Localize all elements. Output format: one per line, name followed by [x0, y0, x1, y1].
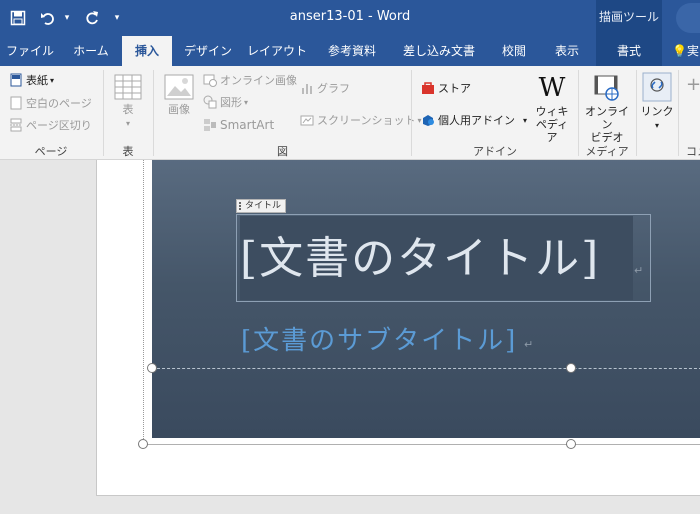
selection-guide-vertical [143, 160, 144, 445]
tab-layout[interactable]: レイアウト [244, 36, 310, 66]
table-button[interactable]: 表 ▾ [108, 74, 148, 130]
table-icon [114, 74, 142, 100]
links-button[interactable]: リンク ▾ [640, 72, 674, 132]
chevron-down-icon: ▾ [244, 97, 249, 107]
table-button-label: 表 [122, 103, 134, 116]
tab-references[interactable]: 参考資料 [318, 36, 386, 66]
group-label-comments: コメ [686, 145, 700, 158]
online-video-button[interactable]: オンライン ビデオ [582, 74, 632, 144]
shapes-icon [203, 95, 217, 109]
drawing-tools-context-title: 描画ツール [596, 0, 662, 36]
wikipedia-label-1: ウィキ [535, 105, 569, 118]
document-title-placeholder[interactable]: [文書のタイトル] [240, 222, 600, 286]
blank-page-button[interactable]: 空白のページ [9, 95, 92, 111]
chevron-down-icon: ▾ [523, 115, 528, 125]
comment-icon[interactable]: + [686, 74, 700, 95]
selection-guide-horizontal [152, 368, 700, 369]
tab-view[interactable]: 表示 [544, 36, 590, 66]
resize-handle-bottom-middle[interactable] [566, 439, 576, 449]
screenshot-label: スクリーンショット [317, 114, 416, 127]
group-divider [636, 70, 637, 156]
page-break-icon [10, 118, 22, 132]
tab-tell-me[interactable]: 💡実 [672, 36, 700, 66]
customize-qat-icon[interactable]: ▾ [110, 6, 124, 30]
online-picture-label: オンライン画像 [220, 74, 297, 87]
tab-home[interactable]: ホーム [62, 36, 120, 66]
group-label-illustrations: 図 [277, 145, 288, 158]
tab-insert[interactable]: 挿入 [122, 36, 172, 66]
drag-grip-icon[interactable] [239, 202, 242, 210]
paragraph-mark: ↵ [634, 264, 644, 277]
picture-icon [164, 74, 194, 100]
title-bar: ▾ ▾ anser13-01 - Word 描画ツール [0, 0, 700, 36]
account-avatar[interactable] [676, 3, 700, 33]
picture-label: 画像 [168, 103, 190, 116]
document-area[interactable]: タイトル [文書のタイトル] ↵ [文書のサブタイトル] ↵ [0, 160, 700, 514]
tab-review[interactable]: 校閲 [492, 36, 536, 66]
cover-page-label: 表紙 [26, 74, 48, 87]
quick-access-toolbar: ▾ ▾ [0, 0, 124, 36]
wikipedia-label-2: ペディア [535, 118, 569, 144]
chart-button[interactable]: グラフ [300, 80, 350, 96]
chevron-down-icon: ▾ [654, 121, 659, 130]
links-label: リンク [640, 105, 674, 118]
online-video-label-1: オンライン [585, 105, 629, 131]
online-picture-icon [203, 74, 217, 87]
shapes-label: 図形 [220, 96, 242, 109]
shape-frame-bottom [143, 444, 700, 445]
chevron-down-icon: ▾ [50, 75, 55, 85]
tab-design[interactable]: デザイン [178, 36, 238, 66]
save-icon[interactable] [6, 6, 30, 30]
resize-handle-left[interactable] [147, 363, 157, 373]
tell-me-label: 実 [686, 44, 699, 58]
page-break-button[interactable]: ページ区切り [9, 117, 92, 133]
undo-dropdown-icon[interactable]: ▾ [60, 6, 74, 30]
wikipedia-button[interactable]: W ウィキ ペディア [531, 74, 573, 144]
group-label-table: 表 [122, 145, 134, 158]
smartart-label: SmartArt [220, 118, 275, 132]
store-button[interactable]: ストア [421, 80, 471, 96]
ribbon-insert: 表紙 ▾ 空白のページ ページ区切り ページ 表 ▾ 表 画像 オンライン画像 [0, 66, 700, 160]
my-addins-button[interactable]: 個人用アドイン ▾ [421, 112, 527, 128]
my-addins-label: 個人用アドイン [438, 114, 515, 127]
store-label: ストア [438, 82, 471, 95]
lightbulb-icon: 💡 [672, 44, 687, 58]
content-control-tag[interactable]: タイトル [236, 199, 287, 213]
screenshot-icon [300, 115, 314, 126]
tab-file[interactable]: ファイル [0, 36, 60, 66]
group-label-addins: アドイン [473, 145, 517, 158]
group-label-media: メディア [585, 145, 629, 158]
tab-mailings[interactable]: 差し込み文書 [394, 36, 484, 66]
blank-page-label: 空白のページ [26, 97, 92, 110]
cover-page-icon [10, 73, 22, 87]
wikipedia-icon: W [538, 73, 566, 103]
content-control-tag-label: タイトル [245, 201, 282, 211]
undo-icon[interactable] [36, 6, 60, 30]
chevron-down-icon: ▾ [125, 119, 130, 128]
picture-button[interactable]: 画像 [160, 74, 198, 116]
smartart-icon [204, 119, 216, 131]
smartart-button[interactable]: SmartArt [203, 118, 274, 132]
ribbon-tabs: ファイル ホーム 挿入 デザイン レイアウト 参考資料 差し込み文書 校閲 表示… [0, 36, 700, 66]
resize-handle-bottom-left[interactable] [138, 439, 148, 449]
online-picture-button[interactable]: オンライン画像 [203, 72, 297, 88]
resize-handle-middle[interactable] [566, 363, 576, 373]
blank-page-icon [10, 96, 22, 110]
screenshot-button[interactable]: スクリーンショット ▾ [300, 112, 421, 128]
paragraph-mark: ↵ [524, 338, 534, 351]
store-icon [422, 82, 434, 94]
group-label-pages: ページ [34, 145, 68, 158]
tab-format[interactable]: 書式 [596, 36, 662, 66]
redo-icon[interactable] [80, 6, 104, 30]
my-addins-icon [423, 115, 434, 126]
document-subtitle-placeholder[interactable]: [文書のサブタイトル] [241, 320, 517, 357]
page-break-label: ページ区切り [26, 119, 92, 132]
online-video-icon [594, 75, 619, 101]
chart-label: グラフ [317, 82, 350, 95]
group-divider [678, 70, 679, 156]
shapes-button[interactable]: 図形 ▾ [203, 94, 248, 110]
chart-icon [302, 84, 312, 94]
cover-page-button[interactable]: 表紙 ▾ [9, 72, 54, 88]
link-icon [642, 72, 672, 102]
